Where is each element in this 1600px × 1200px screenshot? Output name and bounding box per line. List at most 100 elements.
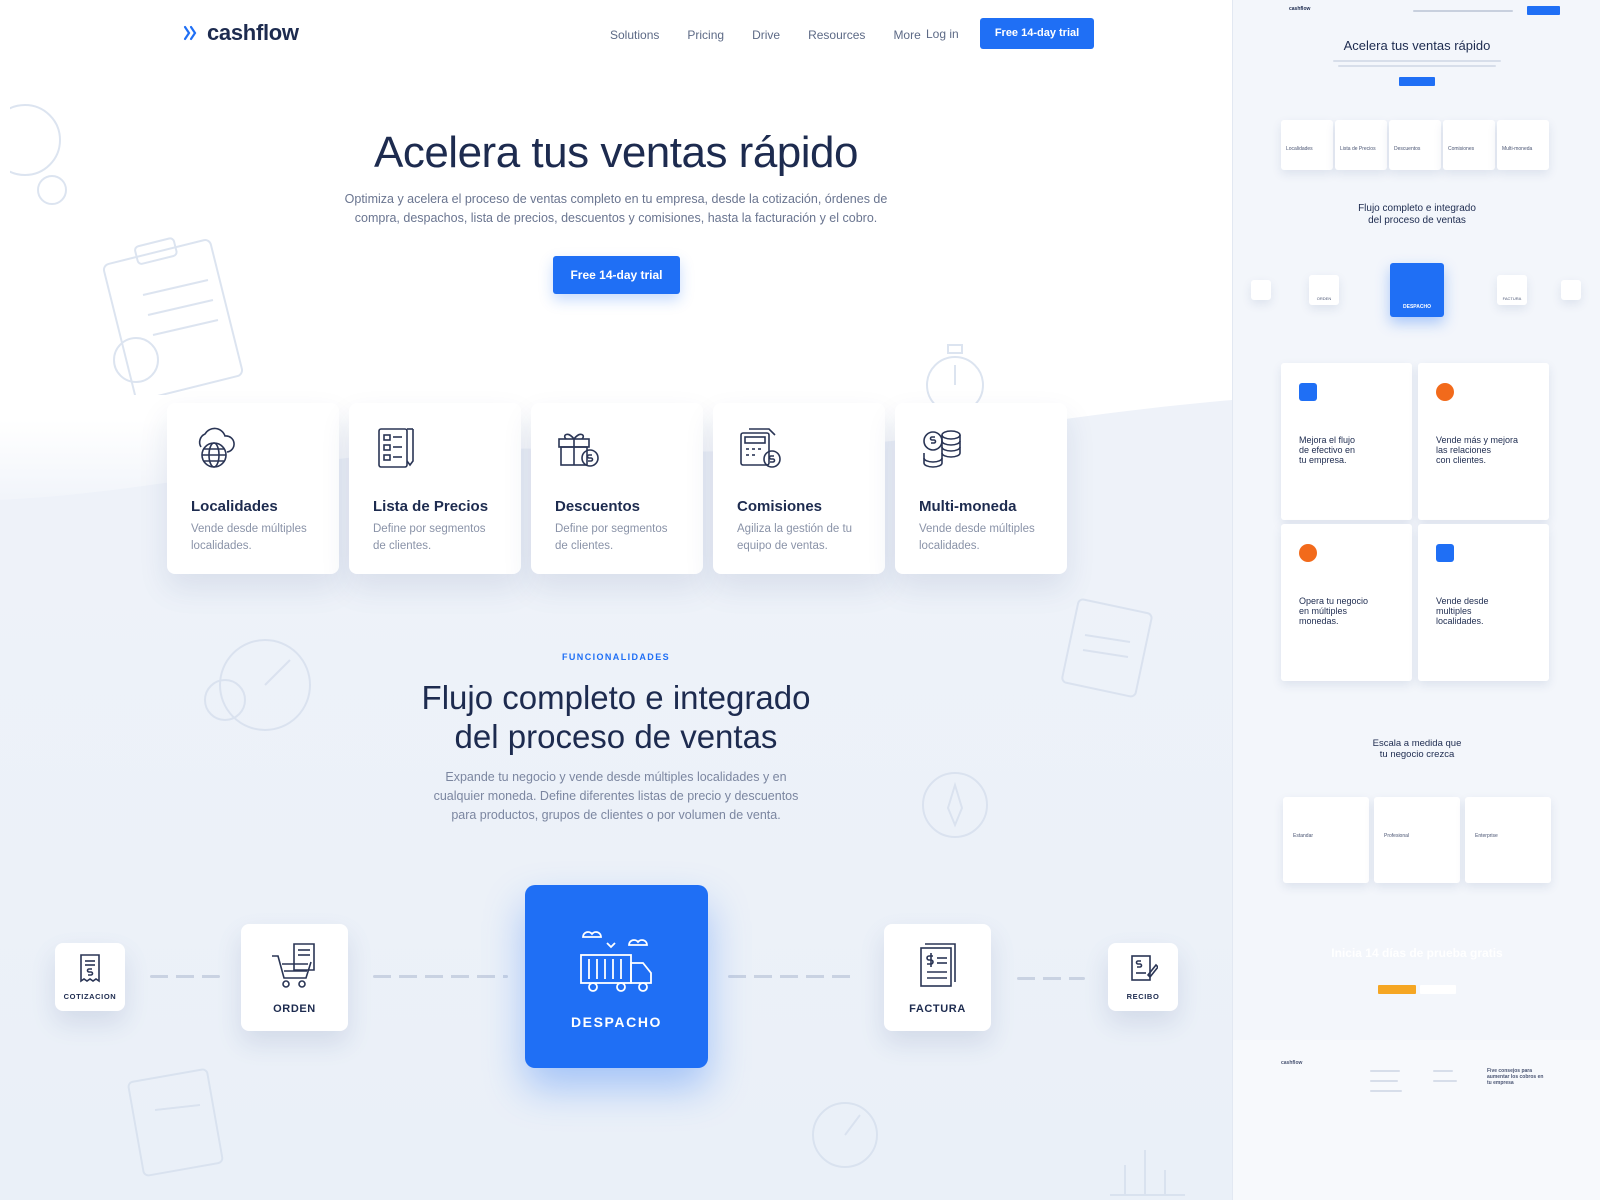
preview-footer-links bbox=[1433, 1070, 1453, 1072]
preview-cta-title: Inicia 14 días de prueba gratis bbox=[1331, 946, 1503, 960]
section-subtitle: Expande tu negocio y vende desde múltipl… bbox=[433, 770, 799, 822]
preview-hero-button[interactable] bbox=[1399, 77, 1435, 86]
nav-item-pricing[interactable]: Pricing bbox=[687, 26, 724, 42]
feature-desc: Define por segmentos de clientes. bbox=[555, 523, 668, 552]
calculator-dollar-icon bbox=[740, 428, 781, 468]
preview-benefit-icon bbox=[1436, 544, 1454, 562]
chart-deco-icon bbox=[1110, 1150, 1185, 1196]
landing-page: cashflow Solutions Pricing Drive Resourc… bbox=[0, 0, 1232, 1200]
preview-flow-step bbox=[1561, 280, 1581, 300]
hero-subtitle: Optimiza y acelera el proceso de ventas … bbox=[344, 192, 888, 225]
flow-label: COTIZACION bbox=[63, 992, 117, 1001]
preview-benefit-card: Opera tu negocio en múltiples monedas. bbox=[1281, 524, 1412, 681]
preview-nav-button[interactable] bbox=[1527, 6, 1560, 15]
feature-card-comisiones[interactable]: Comisiones Agiliza la gestión de tu equi… bbox=[713, 403, 885, 574]
nav-trial-button[interactable]: Free 14-day trial bbox=[980, 18, 1094, 49]
preview-feature-card: Descuentos bbox=[1389, 120, 1441, 170]
preview-feature-card: Localidades bbox=[1281, 120, 1333, 170]
feature-desc: Agiliza la gestión de tu equipo de venta… bbox=[737, 523, 853, 552]
cashflow-logo[interactable]: cashflow bbox=[183, 20, 299, 46]
preview-feature-card: Multi-moneda bbox=[1497, 120, 1549, 170]
preview-benefit-card: Mejora el flujo de efectivo en tu empresa. bbox=[1281, 363, 1412, 520]
flow-label: RECIBO bbox=[1126, 992, 1160, 1001]
feature-card-localidades[interactable]: Localidades Vende desde múltiples locali… bbox=[167, 403, 339, 574]
preview-benefit-title: Vende desde multiples localidades. bbox=[1436, 596, 1489, 626]
flow-step-orden[interactable]: ORDEN bbox=[241, 924, 348, 1031]
main-nav: Solutions Pricing Drive Resources More bbox=[610, 26, 949, 42]
compass-deco-icon bbox=[922, 772, 988, 838]
preview-scale-title: Escala a medida que tu negocio crezca bbox=[1372, 738, 1462, 760]
nav-item-solutions[interactable]: Solutions bbox=[610, 26, 659, 42]
preview-footer-links bbox=[1433, 1080, 1457, 1082]
flow-step-factura[interactable]: FACTURA bbox=[884, 924, 991, 1031]
preview-cta-secondary[interactable] bbox=[1420, 985, 1456, 994]
login-link[interactable]: Log in bbox=[926, 27, 959, 41]
preview-plan-card: Enterprise bbox=[1465, 797, 1551, 883]
flow-step-cotizacion[interactable]: COTIZACION bbox=[55, 943, 125, 1011]
section-title-line-1: Flujo completo e integrado bbox=[421, 679, 811, 716]
feature-card-lista-de-precios[interactable]: Lista de Precios Define por segmentos de… bbox=[349, 403, 521, 574]
preview-hero-title: Acelera tus ventas rápido bbox=[1343, 38, 1491, 53]
preview-flow-main: DESPACHO bbox=[1390, 263, 1444, 317]
feature-title: Lista de Precios bbox=[373, 498, 489, 515]
gift-dollar-icon bbox=[558, 433, 599, 467]
signed-receipt-icon bbox=[1131, 955, 1160, 981]
price-list-icon bbox=[378, 428, 414, 468]
feature-desc: Vende desde múltiples localidades. bbox=[919, 523, 1035, 552]
preview-feature-card: Comisiones bbox=[1443, 120, 1495, 170]
stopwatch-deco-icon bbox=[812, 1102, 878, 1168]
flow-connector bbox=[150, 975, 220, 978]
section-eyebrow: FUNCIONALIDADES bbox=[562, 652, 670, 662]
preview-flow-step: ORDEN bbox=[1309, 275, 1339, 305]
preview-benefit-icon bbox=[1436, 383, 1454, 401]
preview-benefit-card: Vende desde multiples localidades. bbox=[1418, 524, 1549, 681]
preview-footer-links bbox=[1370, 1070, 1400, 1072]
preview-benefit-icon bbox=[1299, 544, 1317, 562]
preview-section-title: Flujo completo e integrado del proceso de… bbox=[1358, 203, 1476, 226]
feature-title: Localidades bbox=[191, 498, 278, 515]
nav-item-resources[interactable]: Resources bbox=[808, 26, 865, 42]
feature-title: Multi-moneda bbox=[919, 498, 1017, 515]
preview-footer-links bbox=[1370, 1090, 1402, 1092]
feature-card-descuentos[interactable]: Descuentos Define por segmentos de clien… bbox=[531, 403, 703, 574]
flow-connector bbox=[728, 975, 858, 978]
section-title: Flujo completo e integrado del proceso d… bbox=[0, 678, 1232, 756]
preview-plan-card: Profesional bbox=[1374, 797, 1460, 883]
invoice-icon bbox=[919, 943, 956, 987]
preview-logo: cashflow bbox=[1289, 6, 1311, 12]
preview-hero-text bbox=[1338, 65, 1496, 67]
truck-icon bbox=[579, 931, 652, 992]
nav-item-drive[interactable]: Drive bbox=[752, 26, 780, 42]
feature-card-multi-moneda[interactable]: Multi-moneda Vende desde múltiples local… bbox=[895, 403, 1067, 574]
flow-step-despacho[interactable]: DESPACHO bbox=[525, 885, 708, 1068]
cashflow-logo-icon bbox=[183, 25, 197, 41]
nav-item-more[interactable]: More bbox=[893, 26, 920, 42]
clipboard-deco-icon bbox=[127, 1068, 224, 1177]
preview-cta-button[interactable] bbox=[1378, 985, 1416, 994]
globe-cloud-icon bbox=[198, 427, 235, 468]
logo-text: cashflow bbox=[207, 20, 299, 45]
flow-label: ORDEN bbox=[273, 1003, 316, 1015]
preview-footer-heading: Five consejos para aumentar los cobros e… bbox=[1487, 1068, 1544, 1086]
hero-trial-button[interactable]: Free 14-day trial bbox=[553, 256, 680, 294]
section-title-line-2: del proceso de ventas bbox=[454, 718, 778, 755]
feature-cards: Localidades Vende desde múltiples locali… bbox=[167, 403, 1067, 574]
preview-footer-links bbox=[1370, 1080, 1398, 1082]
feature-desc: Define por segmentos de clientes. bbox=[373, 523, 486, 552]
preview-footer-logo: cashflow bbox=[1281, 1060, 1303, 1066]
feature-title: Descuentos bbox=[555, 498, 641, 515]
preview-benefit-icon bbox=[1299, 383, 1317, 401]
flow-connector bbox=[373, 975, 508, 978]
receipt-icon bbox=[80, 954, 100, 983]
preview-benefit-title: Vende más y mejora las relaciones con clie… bbox=[1436, 435, 1519, 465]
preview-nav bbox=[1413, 10, 1513, 12]
coins-icon bbox=[923, 430, 961, 468]
clipboard-deco-icon bbox=[102, 237, 244, 395]
cart-document-icon bbox=[271, 943, 315, 988]
flow-label: DESPACHO bbox=[570, 1014, 663, 1030]
flow-step-recibo[interactable]: RECIBO bbox=[1108, 943, 1178, 1011]
page-preview-column: cashflow Acelera tus ventas rápido Local… bbox=[1232, 0, 1600, 1200]
feature-desc: Vende desde múltiples localidades. bbox=[191, 523, 307, 552]
preview-benefit-title: Mejora el flujo de efectivo en tu empresa. bbox=[1299, 435, 1356, 465]
flow-label: FACTURA bbox=[909, 1003, 966, 1015]
